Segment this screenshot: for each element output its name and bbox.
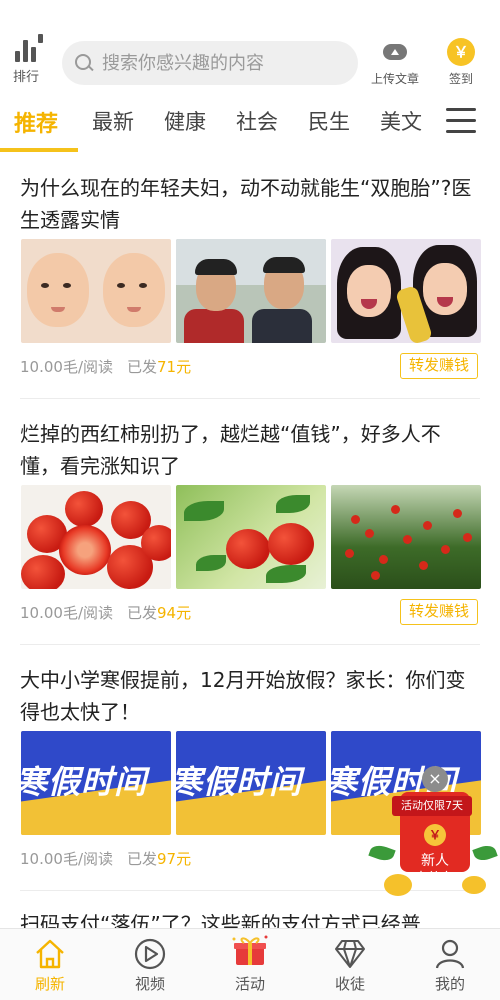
share-earn-button[interactable]: 转发赚钱: [400, 599, 478, 625]
sent-prefix: 已发: [127, 850, 158, 868]
article-image: 寒假时间: [21, 731, 171, 835]
nav-label: 刷新: [34, 975, 65, 993]
divider: [20, 644, 480, 645]
divider: [20, 398, 480, 399]
upload-label: 上传文章: [370, 72, 419, 86]
sent-amount: 94元: [157, 604, 192, 622]
article-image: [176, 239, 326, 343]
nav-refresh[interactable]: 刷新: [0, 937, 100, 994]
reading-price: 10.00毛/阅读: [20, 358, 113, 376]
reading-price: 10.00毛/阅读: [20, 604, 113, 622]
article-title[interactable]: 大中小学寒假提前，12月开始放假？家长：你们变得也太快了！: [20, 664, 480, 728]
tab-essay[interactable]: 美文: [380, 106, 422, 136]
search-bar[interactable]: [62, 41, 358, 85]
banner-text: 寒假时间: [21, 763, 148, 801]
article-image: [331, 485, 481, 589]
article-images: [21, 485, 481, 589]
coin-icon: ￥: [447, 38, 475, 66]
tab-livelihood[interactable]: 民生: [308, 106, 350, 136]
reading-price: 10.00毛/阅读: [20, 850, 113, 868]
tab-recommend[interactable]: 推荐: [14, 106, 58, 138]
article-meta: 10.00毛/阅读 已发71元: [20, 356, 191, 377]
sent-prefix: 已发: [127, 358, 158, 376]
article-image: 寒假时间: [176, 731, 326, 835]
search-icon: [74, 53, 94, 73]
signin-button[interactable]: ￥ 签到: [436, 38, 486, 87]
upload-article-button[interactable]: 上传文章: [364, 40, 426, 87]
yuan-seal-icon: ￥: [424, 824, 446, 846]
promo-ribbon: 活动仅限7天: [370, 796, 494, 816]
notification-dot: [38, 34, 43, 43]
cloud-upload-icon: [381, 40, 409, 62]
tab-society[interactable]: 社会: [236, 106, 278, 136]
article-title[interactable]: 为什么现在的年轻夫妇，动不动就能生“双胞胎”?医生透露实情: [20, 172, 480, 236]
article-title[interactable]: 烂掉的西红柿别扔了，越烂越“值钱”，好多人不懂，看完涨知识了: [20, 418, 480, 482]
active-tab-indicator: [0, 148, 78, 152]
nav-activity[interactable]: 活动: [200, 935, 300, 994]
tab-latest[interactable]: 最新: [92, 106, 134, 136]
promo-line1: 新人: [421, 853, 449, 869]
nav-apprentice[interactable]: 收徒: [300, 937, 400, 994]
article-image: [331, 239, 481, 343]
banner-text: 寒假时间: [176, 763, 303, 801]
top-header: 排行 上传文章 ￥ 签到: [0, 0, 500, 96]
nav-video[interactable]: 视频: [100, 937, 200, 994]
nav-mine[interactable]: 我的: [400, 937, 500, 994]
sent-amount: 97元: [157, 850, 192, 868]
sent-amount: 71元: [157, 358, 192, 376]
rank-label: 排行: [12, 70, 39, 85]
article-images: [21, 239, 481, 343]
rank-button[interactable]: 排行: [8, 34, 44, 85]
article-image: [21, 485, 171, 589]
bottom-navigation: 刷新 视频 活动 收徒 我的: [0, 928, 500, 1000]
nav-label: 我的: [434, 975, 465, 993]
article-meta: 10.00毛/阅读 已发97元: [20, 848, 191, 869]
category-tabs: 推荐 最新 健康 社会 民生 美文: [0, 96, 500, 152]
home-icon: [0, 937, 100, 971]
article-image: [176, 485, 326, 589]
rank-bars-icon: [13, 34, 43, 62]
article-meta: 10.00毛/阅读 已发94元: [20, 602, 191, 623]
menu-icon[interactable]: [446, 106, 476, 134]
sent-prefix: 已发: [127, 604, 158, 622]
new-user-gift-promo[interactable]: 活动仅限7天 ￥ 新人 大礼包 ×: [368, 766, 498, 898]
diamond-icon: [300, 937, 400, 971]
article-image: [21, 239, 171, 343]
leaf-decoration: [368, 842, 396, 864]
nav-label: 收徒: [334, 975, 365, 993]
tab-health[interactable]: 健康: [164, 106, 206, 136]
coin-stack-icon: [462, 876, 486, 894]
nav-label: 视频: [134, 975, 165, 993]
nav-label: 活动: [234, 975, 265, 993]
play-icon: [100, 937, 200, 971]
share-earn-button[interactable]: 转发赚钱: [400, 353, 478, 379]
signin-label: 签到: [448, 72, 473, 86]
close-icon[interactable]: ×: [422, 766, 448, 792]
leaf-decoration: [472, 842, 498, 864]
user-icon: [400, 937, 500, 971]
coin-stack-icon: [384, 874, 412, 896]
gift-icon: [200, 935, 300, 971]
search-input[interactable]: [102, 52, 342, 74]
